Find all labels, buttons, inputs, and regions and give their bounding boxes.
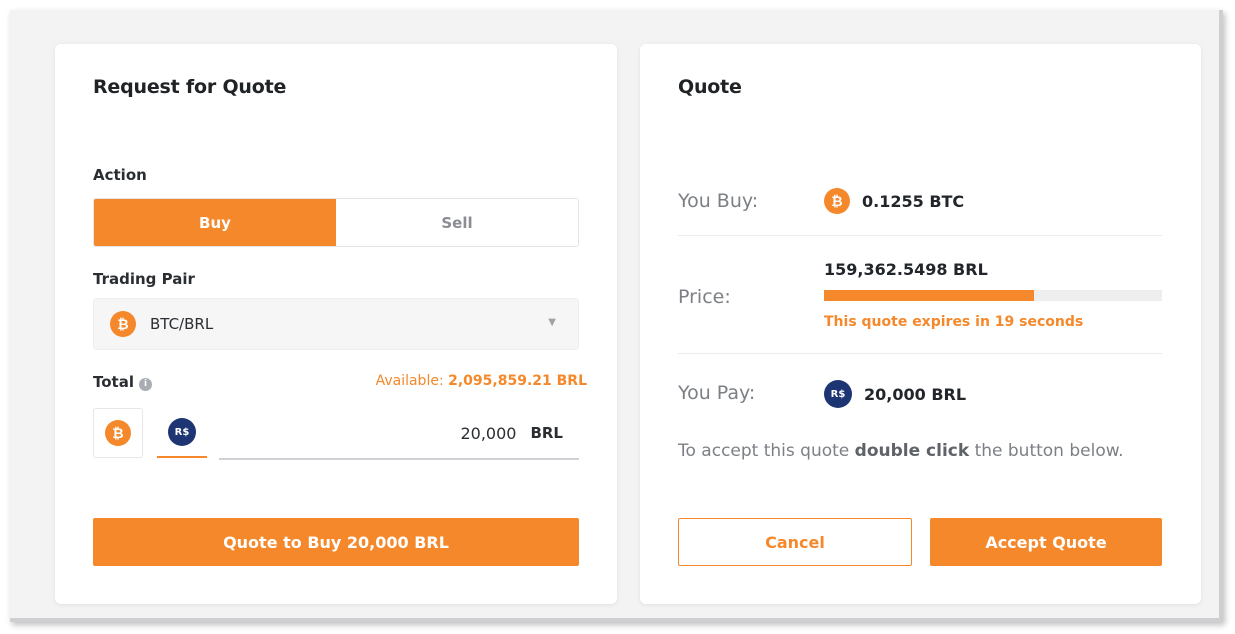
you-buy-label: You Buy:: [678, 190, 759, 212]
accept-instructions: To accept this quote double click the bu…: [678, 436, 1158, 466]
expiry-text: This quote expires in 19 seconds: [824, 314, 1084, 330]
divider: [678, 235, 1162, 236]
amount-value: 20,000: [460, 423, 517, 443]
quote-title: Quote: [678, 76, 742, 98]
price-label: Price:: [678, 286, 731, 308]
available-amount: 2,095,859.21 BRL: [448, 373, 587, 389]
real-icon: R$: [824, 380, 852, 408]
accept-quote-button[interactable]: Accept Quote: [930, 518, 1162, 566]
accept-note-after: the button below.: [969, 441, 1124, 461]
currency-btc-button[interactable]: ₿: [93, 408, 143, 458]
sell-toggle-button[interactable]: Sell: [336, 199, 578, 246]
available-label: Available:: [375, 373, 444, 389]
bitcoin-icon: ₿: [824, 188, 850, 214]
available-balance: Available: 2,095,859.21 BRL: [376, 373, 587, 389]
trading-pair-value: BTC/BRL: [150, 315, 214, 333]
request-title: Request for Quote: [93, 76, 287, 98]
action-toggle: Buy Sell: [93, 198, 579, 247]
expiry-progress-fill: [824, 290, 1034, 301]
accept-note-emphasis: double click: [854, 441, 970, 461]
you-pay-label: You Pay:: [678, 382, 756, 404]
currency-brl-button[interactable]: R$: [157, 408, 207, 458]
bitcoin-icon: ₿: [105, 420, 131, 446]
amount-input[interactable]: 20,000 BRL: [219, 408, 579, 460]
you-buy-value-row: ₿ 0.1255 BTC: [824, 188, 964, 214]
app-frame: Request for Quote Action Buy Sell Tradin…: [10, 10, 1223, 622]
amount-unit: BRL: [530, 424, 563, 442]
cancel-button[interactable]: Cancel: [678, 518, 912, 566]
action-label: Action: [93, 166, 147, 184]
total-label-row: Total i: [93, 373, 152, 391]
expiry-progress-bar: [824, 290, 1162, 301]
trading-pair-select[interactable]: ₿ BTC/BRL ▼: [93, 298, 579, 350]
buy-toggle-button[interactable]: Buy: [94, 199, 336, 246]
quote-card: Quote You Buy: ₿ 0.1255 BTC Price: 159,3…: [640, 44, 1201, 604]
accept-note-before: To accept this quote: [678, 441, 855, 461]
quote-to-buy-button[interactable]: Quote to Buy 20,000 BRL: [93, 518, 579, 566]
you-pay-value-row: R$ 20,000 BRL: [824, 380, 966, 408]
divider: [678, 353, 1162, 354]
real-icon: R$: [168, 418, 196, 446]
you-buy-value: 0.1255 BTC: [862, 191, 965, 211]
info-icon[interactable]: i: [138, 377, 152, 391]
price-value: 159,362.5498 BRL: [824, 260, 988, 279]
trading-pair-label: Trading Pair: [93, 270, 195, 288]
total-label: Total: [93, 373, 134, 391]
bitcoin-icon: ₿: [110, 311, 136, 337]
you-pay-value: 20,000 BRL: [864, 384, 967, 404]
request-for-quote-card: Request for Quote Action Buy Sell Tradin…: [55, 44, 617, 604]
chevron-down-icon: ▼: [548, 317, 556, 328]
